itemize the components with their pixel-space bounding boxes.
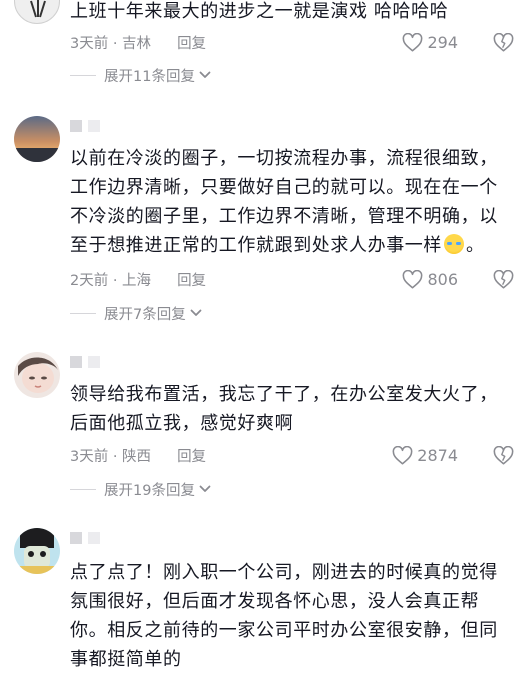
broken-heart-outline-icon [493,445,514,464]
comment-text: 上班十年来最大的进步之一就是演戏 哈哈哈哈 [70,1,449,22]
heart-outline-icon [392,445,413,464]
like-button[interactable]: 294 [402,32,458,52]
avatar-image [14,352,60,398]
chevron-down-icon [190,309,202,317]
comment-text: 点了点了！刚入职一个公司，刚进去的时候真的觉得氛围很好，但后面才发现各怀心思，没… [70,562,498,670]
comment-text-end: 。 [466,235,485,256]
divider-line [70,74,96,76]
divider-line [70,488,96,490]
reply-button[interactable]: 回复 [177,445,206,466]
avatar-image [14,116,60,162]
username-placeholder [70,532,100,544]
comment-meta: 3天前 · 陕西 回复 2874 [70,444,516,466]
reply-button[interactable]: 回复 [177,269,206,290]
dislike-button[interactable] [493,32,514,52]
avatar[interactable] [14,352,60,398]
like-button[interactable]: 806 [402,269,458,289]
dislike-button[interactable] [493,269,514,289]
username-placeholder [70,356,100,368]
avatar[interactable] [14,0,60,24]
heart-outline-icon [403,269,423,288]
crying-laughing-emoji [444,234,464,254]
comment-meta: 3天前 · 吉林 回复 294 [70,31,516,53]
avatar-image [30,0,46,18]
comment-time-location: 3天前 · 吉林 [70,35,152,52]
comment-time-location: 3天前 · 陕西 [70,448,152,465]
like-count: 294 [427,32,458,52]
avatar[interactable] [14,116,60,162]
heart-outline-icon [403,32,423,51]
comment-text: 以前在冷淡的圈子，一切按流程办事，流程很细致，工作边界清晰，只要做好自己的就可以… [70,144,514,260]
broken-heart-outline-icon [493,32,514,51]
chevron-down-icon [199,485,211,493]
expand-replies-label: 展开11条回复 [104,68,195,85]
avatar-image [14,528,60,574]
dislike-button[interactable] [493,445,514,465]
like-button[interactable]: 2874 [392,445,458,465]
divider-line [70,312,96,314]
expand-replies-button[interactable]: 展开11条回复 [70,64,211,86]
expand-replies-button[interactable]: 展开19条回复 [70,478,211,500]
reply-button[interactable]: 回复 [177,32,206,53]
comment-text-main: 以前在冷淡的圈子，一切按流程办事，流程很细致，工作边界清晰，只要做好自己的就可以… [70,148,498,256]
like-count: 806 [427,269,458,289]
comment-time-location: 2天前 · 上海 [70,272,152,289]
expand-replies-label: 展开7条回复 [104,306,186,323]
comment-text: 领导给我布置活，我忘了干了，在办公室发大火了，后面他孤立我，感觉好爽啊 [70,384,498,434]
broken-heart-outline-icon [493,269,514,288]
avatar[interactable] [14,528,60,574]
comment-meta: 2天前 · 上海 回复 806 [70,268,516,290]
expand-replies-button[interactable]: 展开7条回复 [70,302,202,324]
like-count: 2874 [417,445,458,465]
expand-replies-label: 展开19条回复 [104,482,195,499]
chevron-down-icon [199,71,211,79]
username-placeholder [70,120,100,132]
